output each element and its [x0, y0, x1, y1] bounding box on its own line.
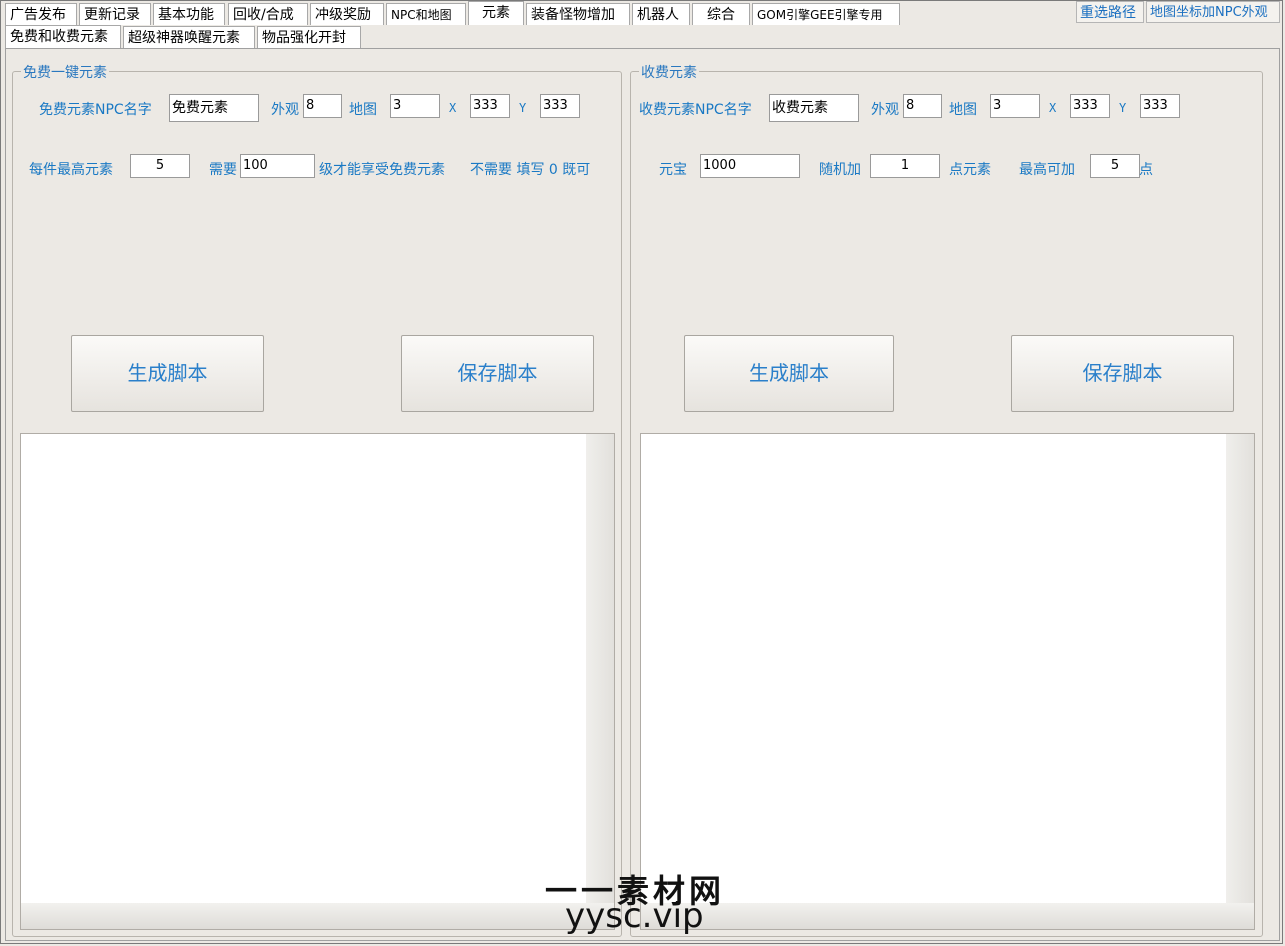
- paid-random-label: 随机加: [819, 162, 861, 178]
- free-x-label: X: [449, 101, 457, 115]
- free-x-input[interactable]: 333: [470, 94, 510, 118]
- paid-x-label: X: [1049, 101, 1057, 115]
- paid-look-input[interactable]: 8: [903, 94, 942, 118]
- paid-npc-name-input[interactable]: 收费元素: [769, 94, 859, 122]
- free-npc-name-label: 免费元素NPC名字: [39, 102, 152, 118]
- free-map-input[interactable]: 3: [390, 94, 440, 118]
- free-memo-vscroll[interactable]: [586, 434, 614, 903]
- free-y-input[interactable]: 333: [540, 94, 580, 118]
- paid-script-memo[interactable]: [640, 433, 1255, 930]
- paid-map-label: 地图: [949, 102, 977, 118]
- paid-memo-hscroll[interactable]: [641, 903, 1254, 929]
- watermark-url: yysc.vip: [565, 896, 704, 936]
- paid-map-input[interactable]: 3: [990, 94, 1040, 118]
- free-npc-name-input[interactable]: 免费元素: [169, 94, 259, 122]
- paid-generate-script-button[interactable]: 生成脚本: [684, 335, 894, 412]
- paid-random-input[interactable]: 1: [870, 154, 940, 178]
- paid-look-label: 外观: [871, 102, 899, 118]
- tab-artifact-awaken[interactable]: 超级神器唤醒元素: [123, 26, 255, 48]
- tab-ad[interactable]: 广告发布: [5, 3, 77, 25]
- tab-update-log[interactable]: 更新记录: [79, 3, 151, 25]
- free-map-label: 地图: [349, 102, 377, 118]
- tab-level-reward[interactable]: 冲级奖励: [310, 3, 384, 25]
- paid-save-script-button[interactable]: 保存脚本: [1011, 335, 1234, 412]
- paid-group-title: 收费元素: [639, 62, 699, 82]
- paid-x-input[interactable]: 333: [1070, 94, 1110, 118]
- free-script-memo[interactable]: [20, 433, 615, 930]
- free-look-input[interactable]: 8: [303, 94, 342, 118]
- free-look-label: 外观: [271, 102, 299, 118]
- paid-npc-name-label: 收费元素NPC名字: [639, 102, 752, 118]
- tab-robot[interactable]: 机器人: [632, 3, 690, 25]
- free-save-script-button[interactable]: 保存脚本: [401, 335, 594, 412]
- free-generate-script-button[interactable]: 生成脚本: [71, 335, 264, 412]
- reselect-path-button[interactable]: 重选路径: [1076, 1, 1144, 23]
- paid-yuanbao-label: 元宝: [659, 162, 687, 178]
- tab-basic[interactable]: 基本功能: [153, 3, 225, 25]
- paid-y-label: Y: [1119, 101, 1127, 115]
- free-max-label: 每件最高元素: [29, 162, 113, 178]
- free-memo-hscroll[interactable]: [21, 903, 614, 929]
- paid-point-label: 点元素: [949, 162, 991, 178]
- free-need-input[interactable]: 100: [240, 154, 315, 178]
- tab-npc-map[interactable]: NPC和地图: [386, 3, 466, 25]
- tab-recycle[interactable]: 回收/合成: [228, 3, 308, 25]
- paid-max-label: 最高可加: [1019, 162, 1075, 178]
- free-max-input[interactable]: 5: [130, 154, 190, 178]
- paid-memo-vscroll[interactable]: [1226, 434, 1254, 903]
- paid-max-input[interactable]: 5: [1090, 154, 1140, 178]
- tab-element[interactable]: 元素: [468, 1, 524, 25]
- paid-yuanbao-input[interactable]: 1000: [700, 154, 800, 178]
- free-hint-label: 不需要 填写 0 既可: [470, 162, 591, 178]
- paid-max-suffix-label: 点: [1139, 162, 1153, 178]
- tab-item-enhance[interactable]: 物品强化开封: [257, 26, 361, 48]
- tab-gom-gee[interactable]: GOM引擎GEE引擎专用: [752, 3, 900, 25]
- tab-free-paid-element[interactable]: 免费和收费元素: [5, 25, 121, 49]
- free-level-label: 级才能享受免费元素: [319, 162, 445, 178]
- paid-y-input[interactable]: 333: [1140, 94, 1180, 118]
- free-group-title: 免费一键元素: [21, 62, 109, 82]
- tab-general[interactable]: 综合: [692, 3, 750, 25]
- map-npc-button[interactable]: 地图坐标加NPC外观: [1146, 1, 1280, 23]
- free-y-label: Y: [519, 101, 527, 115]
- free-need-label: 需要: [209, 162, 237, 178]
- tab-equip-monster[interactable]: 装备怪物增加: [526, 3, 630, 25]
